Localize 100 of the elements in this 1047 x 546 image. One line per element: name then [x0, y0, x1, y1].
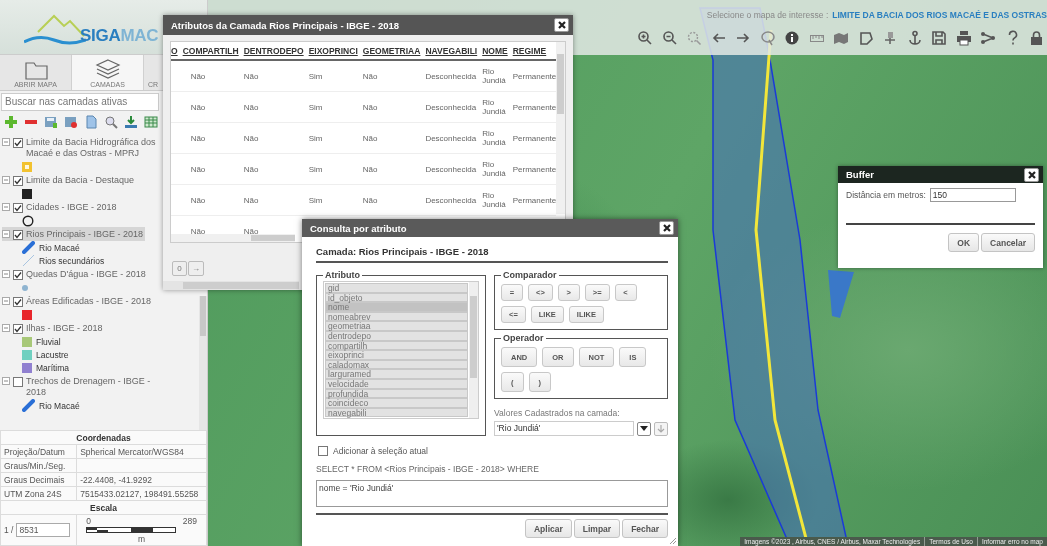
dropdown-button[interactable]	[637, 421, 651, 436]
checkbox[interactable]	[13, 376, 23, 387]
checkbox[interactable]	[13, 229, 23, 240]
table-cell: Rio Jundiá	[482, 153, 513, 185]
close-icon	[661, 223, 672, 233]
layer-row[interactable]: Limite da Bacia Hidrográfica dos Macaé e das Ostras - MPRJ	[2, 135, 160, 161]
attribute-list[interactable]: gid id_objeto nome nomeabrev geometriaa dentrodepo compartilh eixoprinci caladomax larguramed velocidade profundida coincideco navegabili	[323, 281, 479, 419]
layer-name: Trechos de Drenagem - IBGE - 2018	[26, 375, 152, 398]
table-icon[interactable]	[144, 115, 158, 130]
collapse-icon[interactable]	[2, 229, 10, 238]
table-cell: Sim	[308, 122, 363, 154]
info-icon[interactable]	[784, 30, 800, 46]
collapse-icon[interactable]	[2, 323, 10, 332]
dialog-button[interactable]: Fechar	[622, 519, 668, 538]
table-cell: Não	[243, 184, 309, 216]
column-header[interactable]: NAVEGABILI	[425, 42, 483, 60]
logo-text: SIGAMAC	[80, 26, 159, 47]
dialog-button[interactable]: Aplicar	[524, 519, 572, 538]
sql-field[interactable]: nome = 'Rio Jundiá'	[316, 480, 668, 507]
layer-row[interactable]: Quedas D'água - IBGE - 2018	[2, 267, 148, 282]
next-page-button[interactable]: →	[188, 261, 204, 276]
layer-row[interactable]: Áreas Edificadas - IBGE - 2018	[2, 294, 154, 309]
list-item[interactable]: gid	[325, 283, 468, 293]
checkbox[interactable]	[13, 137, 23, 148]
document-icon[interactable]	[84, 115, 98, 130]
section-header: Coordenadas	[0, 430, 207, 445]
caret-icon	[640, 426, 648, 431]
layer-row[interactable]: Trechos de Drenagem - IBGE - 2018	[2, 374, 160, 400]
dialog-button[interactable]: Cancelar	[981, 233, 1035, 252]
polygon-icon[interactable]	[857, 30, 874, 46]
table-cell: Rio Jundiá	[482, 60, 513, 92]
list-item[interactable]: velocidade	[325, 378, 468, 389]
add-icon[interactable]	[4, 115, 18, 130]
lasso-select-icon[interactable]	[759, 30, 776, 46]
dialog-button[interactable]: OK	[948, 233, 980, 252]
table-cell: Desconhecida	[425, 122, 483, 154]
save-icon[interactable]	[931, 30, 947, 46]
layer-name: Limite da Bacia - Destaque	[26, 174, 135, 186]
layer-title: Camada: Rios Principais - IBGE - 2018	[316, 239, 668, 263]
dialog-button[interactable]: Limpar	[573, 519, 621, 538]
checkbox[interactable]	[13, 175, 23, 186]
zoom-in-icon[interactable]	[637, 30, 653, 46]
list-item[interactable]: eixoprinci	[325, 350, 468, 360]
list-item[interactable]: coincideco	[325, 398, 468, 408]
scale-start: 0	[86, 516, 92, 526]
list-item[interactable]: larguramed	[325, 369, 468, 379]
clear-icon[interactable]	[64, 115, 78, 130]
table-cell: Sim	[308, 184, 363, 216]
pin-icon[interactable]	[882, 30, 898, 46]
collapse-icon[interactable]	[2, 202, 10, 211]
table-cell: Não	[182, 91, 244, 123]
column-header[interactable]: EIXOPRINCI	[308, 42, 363, 60]
values-field[interactable]: 'Rio Jundiá'	[494, 421, 634, 436]
layer-name: Áreas Edificadas - IBGE - 2018	[26, 295, 152, 307]
column-header[interactable]: DENTRODEPO	[243, 42, 309, 60]
list-item[interactable]: geometriaa	[325, 321, 468, 331]
checkbox[interactable]	[13, 202, 23, 213]
column-header[interactable]: O	[171, 42, 183, 60]
route-icon[interactable]	[980, 30, 996, 46]
map-layers-icon[interactable]	[833, 30, 849, 46]
zoom-out-icon[interactable]	[661, 30, 678, 46]
collapse-icon[interactable]	[2, 376, 10, 385]
anchor-icon[interactable]	[906, 30, 923, 46]
download-icon[interactable]	[124, 115, 138, 130]
resize-grip-icon[interactable]	[669, 537, 677, 545]
print-icon[interactable]	[955, 30, 972, 46]
arrow-down-icon	[657, 424, 665, 433]
column-header[interactable]: GEOMETRIAA	[362, 42, 426, 60]
table-cell: Não	[243, 153, 309, 185]
list-item[interactable]: dentrodepo	[325, 330, 468, 341]
collapse-icon[interactable]	[2, 269, 10, 278]
close-button[interactable]	[1024, 167, 1039, 182]
table-cell: Não	[182, 122, 244, 154]
search-field[interactable]: Buscar nas camadas ativas	[1, 92, 159, 111]
close-button[interactable]	[659, 221, 674, 235]
page-button[interactable]: 0	[172, 261, 187, 276]
scale-field[interactable]: 8531	[16, 523, 71, 537]
collapse-icon[interactable]	[2, 296, 10, 305]
layer-row[interactable]: Cidades - IBGE - 2018	[2, 200, 119, 215]
save-icon[interactable]	[44, 115, 58, 130]
legend-label: Rio Macaé	[39, 400, 80, 411]
layer-row[interactable]: Limite da Bacia - Destaque	[2, 173, 137, 188]
checkbox[interactable]	[318, 446, 328, 456]
column-header[interactable]: NOME	[482, 42, 513, 60]
close-button[interactable]	[554, 18, 569, 32]
checkbox[interactable]	[13, 296, 23, 307]
column-header[interactable]: COMPARTILH	[182, 42, 244, 60]
collapse-icon[interactable]	[2, 175, 10, 184]
layer-row[interactable]: Ilhas - IBGE - 2018	[2, 321, 105, 336]
checkbox[interactable]	[13, 323, 23, 334]
table-cell: Não	[362, 60, 426, 92]
map-prompt: Selecione o mapa de interesse :	[706, 10, 829, 20]
lock-icon[interactable]	[1029, 30, 1045, 46]
distance-field[interactable]: 150	[929, 188, 1016, 202]
zoom-icon[interactable]	[104, 115, 118, 130]
list-item[interactable]: navegabili	[325, 407, 468, 418]
collapse-icon[interactable]	[2, 137, 10, 146]
scale-unit: m	[138, 534, 146, 544]
layer-row[interactable]: Rios Principais - IBGE - 2018	[2, 227, 146, 242]
checkbox[interactable]	[13, 269, 23, 280]
